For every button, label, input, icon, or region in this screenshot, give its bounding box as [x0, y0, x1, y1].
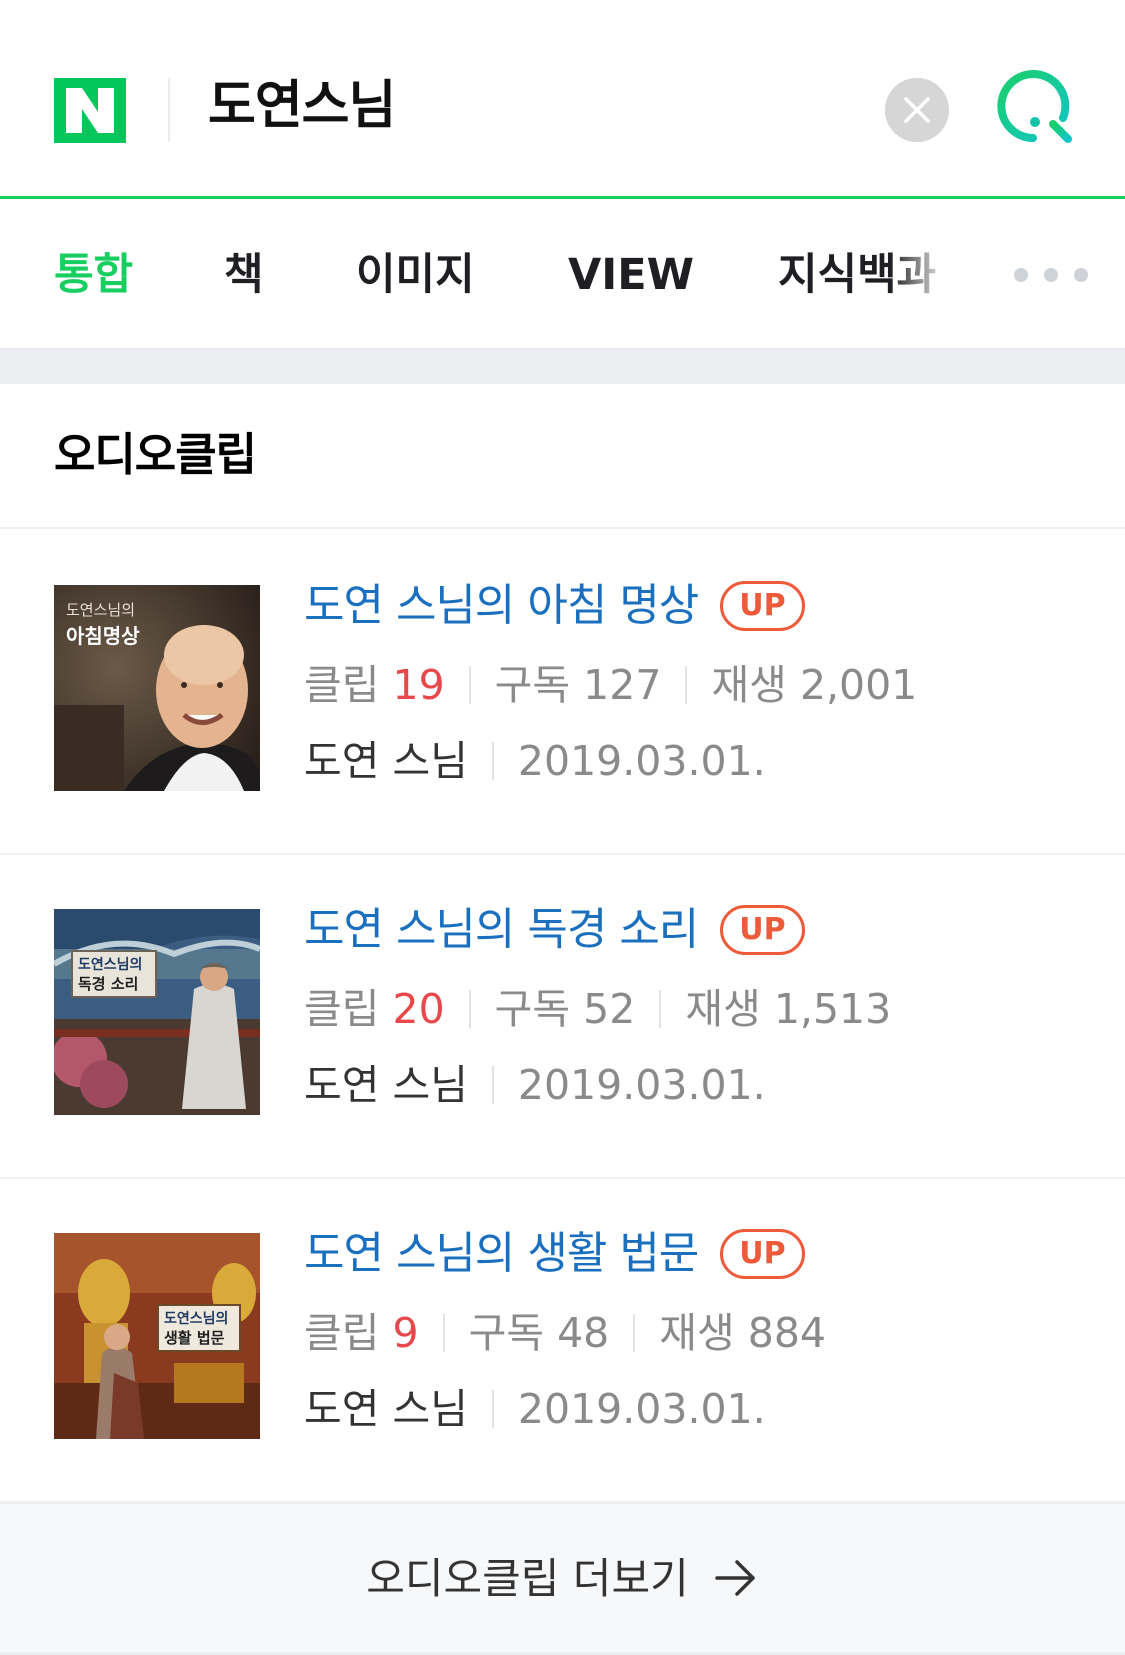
naver-logo[interactable]: [54, 78, 126, 143]
tab-integrated[interactable]: 통합: [54, 202, 133, 348]
thumb-text: 도연스님의: [66, 601, 135, 619]
thumbnail[interactable]: 도연스님의 아침명상: [54, 585, 260, 791]
arrow-right-icon: [713, 1558, 759, 1598]
clip-label: 클립: [304, 1309, 380, 1357]
search-results-page: 도연스님 통합 책 이미지 VIEW 지식백과 오디오클립 도연스님의 아침명상…: [0, 0, 1125, 1655]
close-icon: [885, 78, 949, 142]
publish-date: 2019.03.01.: [517, 1061, 766, 1109]
tab-fade: [890, 202, 970, 348]
subscribe-count: 48: [557, 1309, 610, 1357]
item-stats: 클립 9 구독 48 재생 884: [304, 1303, 826, 1363]
clip-count: 20: [392, 985, 445, 1033]
thumb-text: 독경 소리: [78, 975, 138, 993]
search-header: 도연스님: [0, 0, 1125, 199]
tab-bar: 통합 책 이미지 VIEW 지식백과: [0, 202, 1125, 350]
item-title-row: 도연 스님의 생활 법문 UP: [304, 1219, 805, 1289]
subscribe-label: 구독: [468, 1309, 545, 1357]
divider: [491, 742, 494, 780]
search-input[interactable]: 도연스님: [208, 66, 396, 146]
tab-books[interactable]: 책: [224, 202, 264, 348]
play-count: 1,513: [773, 985, 892, 1033]
play-count: 884: [747, 1309, 827, 1357]
play-count: 2,001: [799, 661, 918, 709]
thumbnail[interactable]: 도연스님의 독경 소리: [54, 909, 260, 1115]
more-horizontal-icon: [1014, 268, 1088, 282]
list-item[interactable]: 도연스님의 생활 법문 도연 스님의 생활 법문 UP 클립 9 구독 48 재생 8…: [0, 1179, 1125, 1503]
up-badge: UP: [720, 905, 805, 955]
audioclip-more-button[interactable]: 오디오클립 더보기: [0, 1502, 1125, 1652]
buddha-hall-thumbnail: 도연스님의 생활 법문: [54, 1233, 260, 1439]
author-name: 도연 스님: [304, 1061, 468, 1109]
item-meta: 도연 스님 2019.03.01.: [304, 731, 766, 791]
up-badge: UP: [720, 1229, 805, 1279]
thumb-text: 도연스님의: [78, 956, 142, 973]
tab-images[interactable]: 이미지: [356, 202, 475, 348]
divider: [468, 666, 471, 704]
author-name: 도연 스님: [304, 1385, 468, 1433]
divider: [685, 666, 688, 704]
item-title-link[interactable]: 도연 스님의 독경 소리: [304, 895, 699, 965]
up-badge: UP: [720, 581, 805, 631]
list-item[interactable]: 도연스님의 아침명상 도연 스님의 아침 명상 UP 클립 19 구독 127 재생 …: [0, 531, 1125, 855]
clear-search-button[interactable]: [885, 78, 949, 142]
author-name: 도연 스님: [304, 737, 468, 785]
divider: [659, 990, 662, 1028]
audioclip-section: 오디오클립 도연스님의 아침명상 도연 스님의 아침 명상 UP 클립 19 구…: [0, 384, 1125, 1655]
item-title-link[interactable]: 도연 스님의 아침 명상: [304, 571, 699, 641]
clip-label: 클립: [304, 661, 380, 709]
monk-portrait-thumbnail: 도연스님의 아침명상: [54, 585, 260, 791]
temple-monk-thumbnail: 도연스님의 독경 소리: [54, 909, 260, 1115]
more-label: 오디오클립 더보기: [366, 1554, 689, 1603]
search-icon: [997, 70, 1072, 143]
play-label: 재생: [685, 985, 761, 1033]
section-gap: [0, 350, 1125, 384]
thumb-text: 생활 법문: [164, 1329, 225, 1347]
thumb-text: 아침명상: [66, 624, 140, 648]
header-divider: [168, 78, 170, 142]
more-button-content: 오디오클립 더보기: [0, 1504, 1125, 1654]
section-title: 오디오클립: [54, 428, 257, 481]
subscribe-count: 127: [583, 661, 662, 709]
item-title-link[interactable]: 도연 스님의 생활 법문: [304, 1219, 699, 1289]
play-label: 재생: [659, 1309, 735, 1357]
item-meta: 도연 스님 2019.03.01.: [304, 1055, 766, 1115]
list-item[interactable]: 도연스님의 독경 소리 도연 스님의 독경 소리 UP 클립 20 구독 52 재생 …: [0, 855, 1125, 1179]
divider: [468, 990, 471, 1028]
item-title-row: 도연 스님의 아침 명상 UP: [304, 571, 805, 641]
subscribe-count: 52: [583, 985, 636, 1033]
divider: [491, 1390, 494, 1428]
divider: [491, 1066, 494, 1104]
item-stats: 클립 19 구독 127 재생 2,001: [304, 655, 917, 715]
thumbnail[interactable]: 도연스님의 생활 법문: [54, 1233, 260, 1439]
tab-view[interactable]: VIEW: [568, 202, 694, 348]
item-stats: 클립 20 구독 52 재생 1,513: [304, 979, 891, 1039]
publish-date: 2019.03.01.: [517, 1385, 766, 1433]
item-meta: 도연 스님 2019.03.01.: [304, 1379, 766, 1439]
subscribe-label: 구독: [494, 661, 571, 709]
play-label: 재생: [711, 661, 787, 709]
publish-date: 2019.03.01.: [517, 737, 766, 785]
section-header: 오디오클립: [0, 384, 1125, 529]
clip-count: 9: [392, 1309, 419, 1357]
divider: [442, 1314, 445, 1352]
divider: [633, 1314, 636, 1352]
subscribe-label: 구독: [494, 985, 571, 1033]
clip-count: 19: [392, 661, 445, 709]
more-tabs-button[interactable]: [1005, 260, 1115, 290]
search-button[interactable]: [995, 66, 1077, 152]
naver-logo-icon: [54, 78, 126, 143]
item-title-row: 도연 스님의 독경 소리 UP: [304, 895, 805, 965]
clip-label: 클립: [304, 985, 380, 1033]
thumb-text: 도연스님의: [164, 1310, 228, 1327]
